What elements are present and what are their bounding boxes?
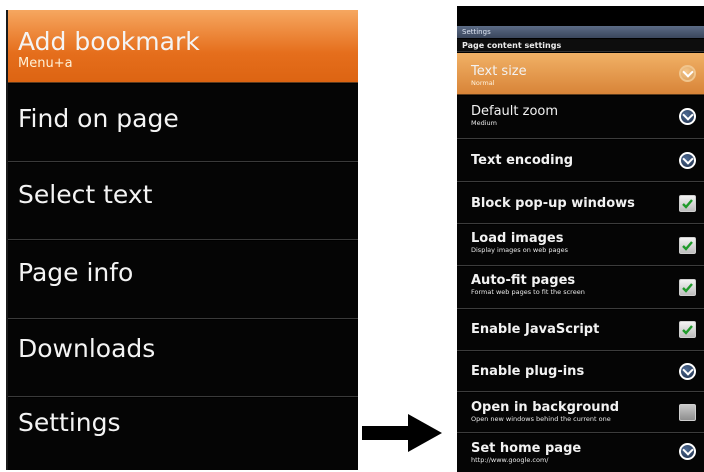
setting-title: Enable JavaScript — [471, 322, 600, 337]
setting-summary: Open new windows behind the current one — [471, 415, 611, 423]
chevron-icon — [679, 108, 696, 125]
checkbox-checked[interactable] — [679, 279, 696, 296]
setting-title: Set home page — [471, 441, 582, 456]
menu-item-label: Add bookmark — [18, 27, 200, 56]
menu-item-downloads[interactable]: Downloads — [8, 320, 358, 397]
arrow-right-icon — [362, 414, 442, 452]
setting-block-popups[interactable]: Block pop-up windows — [457, 183, 704, 224]
setting-title: Text size — [471, 64, 527, 79]
checkbox-checked[interactable] — [679, 195, 696, 212]
setting-text-size[interactable]: Text size Normal — [457, 53, 704, 95]
setting-default-zoom[interactable]: Default zoom Medium — [457, 96, 704, 139]
setting-enable-javascript[interactable]: Enable JavaScript — [457, 310, 704, 351]
menu-item-select-text[interactable]: Select text — [8, 163, 358, 240]
browser-menu: Add bookmark Menu+a Find on page Select … — [6, 10, 358, 470]
checkbox-unchecked[interactable] — [679, 404, 696, 421]
checkbox-checked[interactable] — [679, 237, 696, 254]
setting-title: Load images — [471, 231, 564, 246]
menu-item-label: Select text — [18, 180, 153, 209]
setting-title: Enable plug-ins — [471, 364, 585, 379]
menu-item-label: Page info — [18, 258, 134, 287]
menu-item-shortcut: Menu+a — [18, 56, 73, 71]
section-header: Page content settings — [457, 39, 704, 52]
settings-title: Settings — [457, 26, 704, 38]
setting-title: Open in background — [471, 400, 620, 415]
setting-summary: Format web pages to fit the screen — [471, 288, 585, 296]
settings-screen: Settings Page content settings Text size… — [457, 6, 704, 472]
menu-item-label: Settings — [18, 408, 121, 437]
checkbox-checked[interactable] — [679, 321, 696, 338]
chevron-icon — [679, 363, 696, 380]
setting-text-encoding[interactable]: Text encoding — [457, 140, 704, 182]
setting-enable-plugins[interactable]: Enable plug-ins — [457, 352, 704, 392]
menu-item-settings[interactable]: Settings — [8, 398, 358, 470]
menu-item-find-on-page[interactable]: Find on page — [8, 84, 358, 162]
chevron-icon — [679, 443, 696, 460]
setting-title: Text encoding — [471, 153, 574, 168]
setting-title: Block pop-up windows — [471, 196, 635, 211]
menu-item-add-bookmark[interactable]: Add bookmark Menu+a — [8, 10, 358, 83]
menu-item-label: Find on page — [18, 104, 179, 133]
menu-item-page-info[interactable]: Page info — [8, 241, 358, 319]
chevron-icon — [679, 65, 696, 82]
setting-set-home-page[interactable]: Set home page http://www.google.com/ — [457, 434, 704, 472]
setting-summary: Medium — [471, 119, 497, 127]
chevron-icon — [679, 152, 696, 169]
setting-summary: Display images on web pages — [471, 246, 569, 254]
setting-load-images[interactable]: Load images Display images on web pages — [457, 225, 704, 266]
setting-title: Auto-fit pages — [471, 273, 576, 288]
setting-title: Default zoom — [471, 104, 559, 119]
setting-auto-fit[interactable]: Auto-fit pages Format web pages to fit t… — [457, 267, 704, 309]
setting-summary: Normal — [471, 79, 495, 87]
menu-item-label: Downloads — [18, 334, 156, 363]
setting-open-in-background[interactable]: Open in background Open new windows behi… — [457, 393, 704, 433]
setting-summary: http://www.google.com/ — [471, 456, 549, 464]
